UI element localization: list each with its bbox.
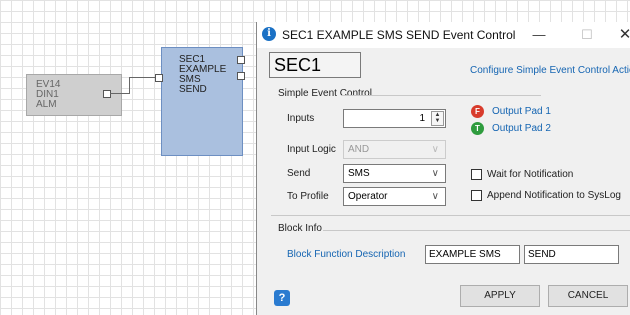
append-syslog-checkbox[interactable] [471,190,482,201]
input-logic-select: AND ∨ [343,140,446,159]
block-function-description-link[interactable]: Block Function Description [287,249,405,260]
section-divider [271,215,630,216]
minimize-button[interactable]: — [519,22,559,48]
input-logic-label: Input Logic [287,144,336,155]
spinner-arrows-icon[interactable]: ▲ ▼ [431,111,444,126]
dialog-titlebar[interactable]: i SEC1 EXAMPLE SMS SEND Event Control — … [257,22,630,48]
sec1-input-pad[interactable] [155,74,163,82]
simple-event-control-title: Simple Event Control [278,88,372,99]
block-info-title: Block Info [278,223,322,234]
sec1-block-line-3: SEND [179,84,207,95]
sec1-block[interactable]: SEC1 EXAMPLE SMS SEND [161,47,243,156]
chevron-down-icon: ∨ [431,191,439,202]
ev14-output-pad[interactable] [103,90,111,98]
to-profile-select[interactable]: Operator ∨ [343,187,446,206]
send-value: SMS [348,168,370,179]
output-pad-2-link[interactable]: Output Pad 2 [492,123,551,134]
dialog-title: SEC1 EXAMPLE SMS SEND Event Control [282,28,516,42]
help-icon[interactable]: ? [274,290,290,306]
event-control-dialog: i SEC1 EXAMPLE SMS SEND Event Control — … [256,22,630,315]
to-profile-value: Operator [348,191,388,202]
info-icon: i [262,27,276,41]
apply-button[interactable]: APPLY [460,285,540,307]
inputs-spinner[interactable]: 1 ▲ ▼ [343,109,446,128]
cancel-button[interactable]: CANCEL [548,285,628,307]
to-profile-label: To Profile [287,191,329,202]
chevron-down-icon: ∨ [431,144,439,155]
group-divider [341,95,541,96]
input-logic-value: AND [348,144,370,155]
ev14-block-line-3: ALM [36,99,57,110]
configure-actions-link[interactable]: Configure Simple Event Control Actions [470,65,630,76]
chevron-down-icon: ∨ [431,168,439,179]
group-divider [323,230,630,231]
inputs-label: Inputs [287,113,315,124]
inputs-value: 1 [419,113,425,124]
block-info-field-2[interactable]: SEND [524,245,619,264]
append-syslog-label: Append Notification to SysLog [487,190,621,201]
maximize-button[interactable]: ☐ [567,22,607,48]
wait-notification-checkbox[interactable] [471,169,482,180]
output-pad-f-icon: F [471,105,484,118]
block-name-field[interactable]: SEC1 [269,52,361,78]
sec1-output-pad-1[interactable] [237,56,245,64]
connection-wire [110,93,130,94]
connection-wire [129,77,130,94]
output-pad-t-icon: T [471,122,484,135]
block-info-field-1[interactable]: EXAMPLE SMS [425,245,520,264]
sec1-output-pad-2[interactable] [237,72,245,80]
close-button[interactable]: ✕ [605,22,630,48]
connection-wire [129,77,155,78]
wait-notification-label: Wait for Notification [487,169,574,180]
output-pad-1-link[interactable]: Output Pad 1 [492,106,551,117]
send-label: Send [287,168,311,179]
sec1-block-line-2: EXAMPLE SMS [179,64,227,85]
send-select[interactable]: SMS ∨ [343,164,446,183]
